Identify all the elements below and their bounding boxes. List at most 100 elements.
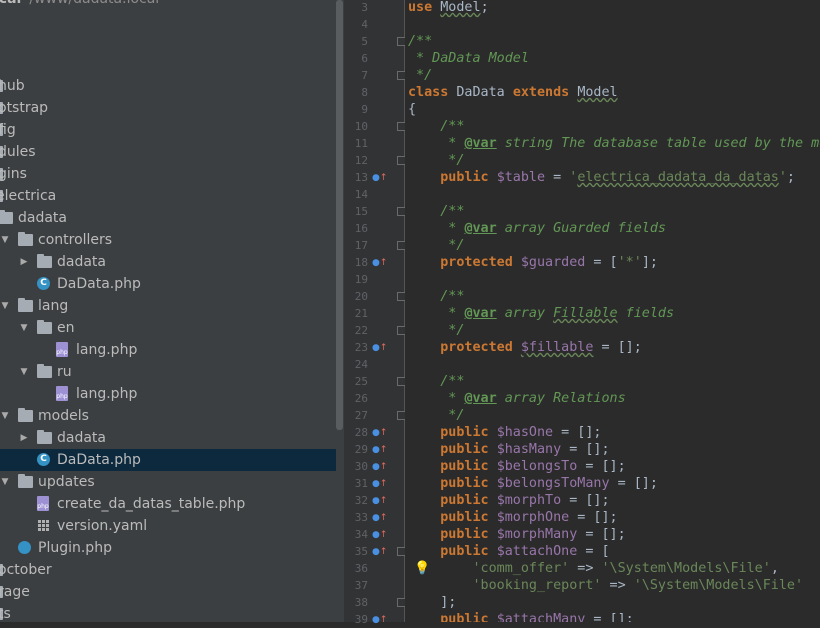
- override-marker-icon[interactable]: ●↑: [372, 478, 388, 490]
- expand-arrow-icon[interactable]: ▼: [19, 361, 29, 383]
- override-marker-icon[interactable]: ●↑: [372, 257, 388, 269]
- line-number: 9: [361, 103, 368, 116]
- tree-item[interactable]: october: [0, 559, 336, 581]
- line-number: 30: [354, 460, 368, 473]
- tree-item[interactable]: fig: [0, 119, 336, 141]
- tree-item[interactable]: ▼ updates: [0, 471, 336, 493]
- code-line[interactable]: public $morphTo = [];: [408, 492, 609, 509]
- code-line[interactable]: protected $fillable = [];: [408, 339, 642, 356]
- code-line[interactable]: public $hasOne = [];: [408, 424, 601, 441]
- code-line[interactable]: /**: [408, 33, 432, 50]
- tree-item[interactable]: ts: [0, 603, 336, 622]
- tree-item[interactable]: php create_da_datas_table.php: [0, 493, 336, 515]
- tree-item-label: models: [38, 408, 89, 424]
- override-marker-icon[interactable]: ●↑: [372, 461, 388, 473]
- code-line[interactable]: 'booking_report' => '\System\Models\File…: [408, 577, 804, 594]
- code-line[interactable]: ];: [408, 594, 456, 611]
- code-line[interactable]: * @var array Relations: [408, 390, 625, 407]
- expand-arrow-icon[interactable]: ▼: [0, 229, 10, 251]
- tree-item[interactable]: ▼ lang: [0, 295, 336, 317]
- override-marker-icon[interactable]: ●↑: [372, 444, 388, 456]
- code-line[interactable]: public $belongsTo = [];: [408, 458, 625, 475]
- tree-item-label: DaData.php: [57, 452, 141, 468]
- code-line[interactable]: * @var string The database table used by…: [408, 135, 820, 152]
- tree-item[interactable]: C DaData.php: [0, 449, 336, 471]
- project-tree-panel: hub otstrap fig dules gins electrica dadata ▼ co…: [0, 0, 336, 622]
- code-line[interactable]: use Model;: [408, 0, 489, 16]
- tree-item[interactable]: dules: [0, 141, 336, 163]
- tree-item-label: electrica: [0, 188, 57, 204]
- code-line[interactable]: public $morphMany = [];: [408, 526, 625, 543]
- code-line[interactable]: */: [408, 152, 464, 169]
- line-number: 25: [354, 375, 368, 388]
- code-line[interactable]: * @var array Guarded fields: [408, 220, 666, 237]
- tree-item[interactable]: ▼ models: [0, 405, 336, 427]
- code-line[interactable]: 'comm_offer' => '\System\Models\File',: [408, 560, 779, 577]
- tree-item[interactable]: Plugin.php: [0, 537, 336, 559]
- code-line[interactable]: */: [408, 322, 464, 339]
- expand-arrow-icon[interactable]: ▼: [19, 317, 29, 339]
- code-line[interactable]: /**: [408, 203, 464, 220]
- override-marker-icon[interactable]: ●↑: [372, 495, 388, 507]
- code-line[interactable]: /**: [408, 373, 464, 390]
- code-line[interactable]: public $morphOne = [];: [408, 509, 617, 526]
- tree-item[interactable]: electrica: [0, 185, 336, 207]
- expand-arrow-icon[interactable]: ▼: [0, 295, 10, 317]
- tree-item[interactable]: gins: [0, 163, 336, 185]
- php-file-icon: php: [56, 386, 68, 401]
- project-root-label[interactable]: ical/www/dadata.local: [0, 0, 159, 7]
- expand-arrow-icon[interactable]: ▼: [0, 471, 10, 493]
- php-class-icon: C: [37, 277, 50, 290]
- line-number: 17: [354, 239, 368, 252]
- tree-item[interactable]: php lang.php: [0, 339, 336, 361]
- code-line[interactable]: public $hasMany = [];: [408, 441, 609, 458]
- code-line[interactable]: /**: [408, 118, 464, 135]
- tree-item[interactable]: ▼ en: [0, 317, 336, 339]
- line-number: 6: [361, 52, 368, 65]
- code-line[interactable]: public $table = 'electrica_dadata_da_dat…: [408, 169, 795, 186]
- collapse-arrow-icon[interactable]: ▶: [19, 427, 29, 449]
- code-line[interactable]: public $attachOne = [: [408, 543, 609, 560]
- tree-item[interactable]: dadata: [0, 207, 336, 229]
- override-marker-icon[interactable]: ●↑: [372, 342, 388, 354]
- tree-item[interactable]: otstrap: [0, 97, 336, 119]
- folder-icon: [18, 474, 33, 488]
- tree-item[interactable]: version.yaml: [0, 515, 336, 537]
- expand-arrow-icon[interactable]: ▼: [0, 405, 10, 427]
- code-line[interactable]: public $belongsToMany = [];: [408, 475, 658, 492]
- code-line[interactable]: * @var array Fillable fields: [408, 305, 674, 322]
- override-marker-icon[interactable]: ●↑: [372, 512, 388, 524]
- yaml-file-icon: [37, 519, 49, 532]
- line-number: 27: [354, 409, 368, 422]
- tree-item[interactable]: rage: [0, 581, 336, 603]
- code-line[interactable]: */: [408, 67, 432, 84]
- tree-item[interactable]: ▶ dadata: [0, 427, 336, 449]
- line-number: 11: [354, 137, 368, 150]
- collapse-arrow-icon[interactable]: ▶: [19, 251, 29, 273]
- code-line[interactable]: */: [408, 237, 464, 254]
- code-line[interactable]: protected $guarded = ['*'];: [408, 254, 658, 271]
- override-marker-icon[interactable]: ●↑: [372, 529, 388, 541]
- line-number: 32: [354, 494, 368, 507]
- code-line[interactable]: /**: [408, 288, 464, 305]
- code-line[interactable]: public $attachMany = [];: [408, 611, 634, 622]
- override-marker-icon[interactable]: ●↑: [372, 427, 388, 439]
- tree-item[interactable]: php lang.php: [0, 383, 336, 405]
- tree-item[interactable]: ▶ dadata: [0, 251, 336, 273]
- override-marker-icon[interactable]: ●↑: [372, 614, 388, 626]
- code-line[interactable]: class DaData extends Model: [408, 84, 618, 101]
- override-marker-icon[interactable]: ●↑: [372, 546, 388, 558]
- line-number: 7: [361, 69, 368, 82]
- folder-icon: [37, 364, 52, 378]
- code-editor[interactable]: use Model;/** * DaData Model */class DaD…: [405, 0, 820, 622]
- tree-item[interactable]: C DaData.php: [0, 273, 336, 295]
- tree-item[interactable]: ▼ controllers: [0, 229, 336, 251]
- tree-item[interactable]: ▼ ru: [0, 361, 336, 383]
- lightbulb-icon[interactable]: 💡: [414, 561, 430, 577]
- tree-scrollbar-thumb[interactable]: [336, 0, 343, 430]
- tree-item[interactable]: hub: [0, 75, 336, 97]
- code-line[interactable]: {: [408, 101, 416, 118]
- override-marker-icon[interactable]: ●↑: [372, 172, 388, 184]
- code-line[interactable]: * DaData Model: [408, 50, 529, 67]
- code-line[interactable]: */: [408, 407, 464, 424]
